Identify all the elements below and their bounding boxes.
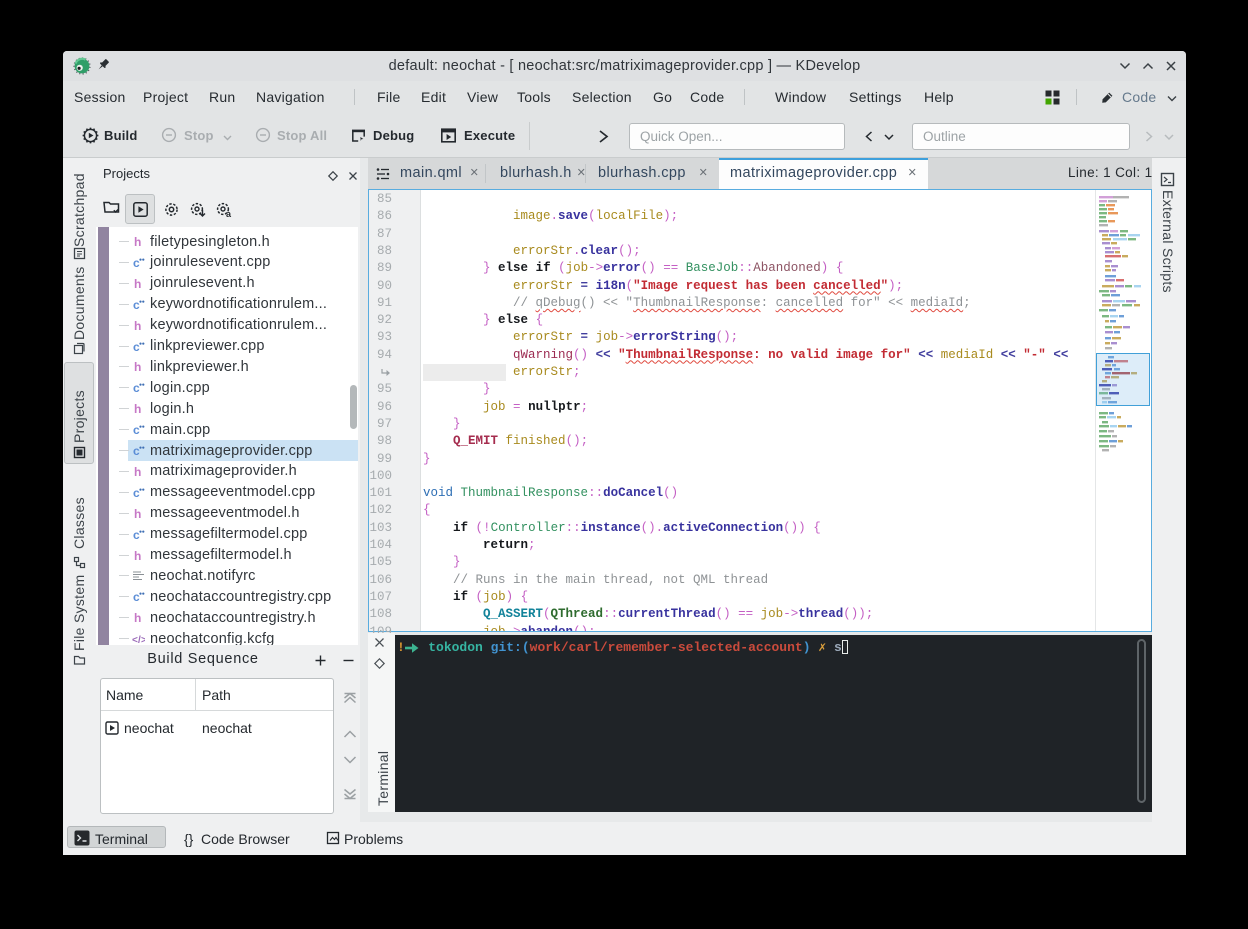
svg-text:h: h <box>134 402 142 415</box>
svg-text:c: c <box>133 340 140 353</box>
svg-text:h: h <box>134 549 142 562</box>
svg-text:h: h <box>134 360 142 373</box>
svg-text:c: c <box>133 590 140 603</box>
svg-text:h: h <box>134 507 142 520</box>
svg-text:a: a <box>226 209 232 219</box>
svg-text:c: c <box>133 423 140 436</box>
svg-text:c: c <box>133 444 140 457</box>
svg-text:c: c <box>133 381 140 394</box>
svg-text:c: c <box>133 256 140 269</box>
svg-text:h: h <box>134 611 142 624</box>
svg-text:h: h <box>134 235 142 248</box>
svg-text:c: c <box>133 298 140 311</box>
svg-text:c: c <box>133 486 140 499</box>
svg-text:h: h <box>134 277 142 290</box>
svg-text:h: h <box>134 465 142 478</box>
svg-text:h: h <box>134 319 142 332</box>
svg-text:c: c <box>133 528 140 541</box>
svg-text:</>: </> <box>132 635 145 645</box>
